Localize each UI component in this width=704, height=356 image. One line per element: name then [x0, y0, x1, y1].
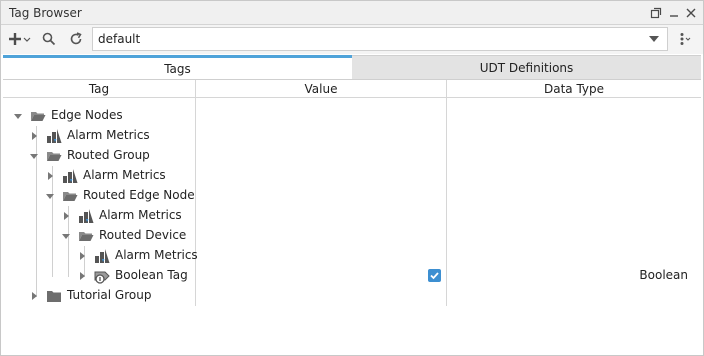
alarm-metrics-icon: [95, 249, 110, 263]
tree-label: Tutorial Group: [67, 288, 152, 302]
tree-row[interactable]: Edge Nodes: [3, 106, 701, 126]
folder-icon: [47, 291, 61, 302]
tree-row[interactable]: Tutorial Group: [3, 286, 701, 306]
tree-row[interactable]: Boolean Tag Boolean: [3, 266, 701, 286]
column-header-data-type[interactable]: Data Type: [447, 80, 701, 98]
alarm-metrics-icon: [47, 129, 62, 143]
tab-udt-definitions[interactable]: UDT Definitions: [352, 55, 701, 79]
expand-arrow-icon[interactable]: [45, 171, 55, 181]
more-options-icon[interactable]: [677, 30, 693, 48]
open-folder-icon: [31, 112, 46, 121]
collapse-arrow-icon[interactable]: [29, 151, 39, 161]
toolbar: default: [1, 25, 703, 54]
tree-label: Alarm Metrics: [115, 248, 198, 262]
open-folder-icon: [63, 192, 78, 201]
tree-row[interactable]: Routed Group: [3, 146, 701, 166]
tree-label: Alarm Metrics: [99, 208, 182, 222]
tree-row[interactable]: Alarm Metrics: [3, 166, 701, 186]
close-icon[interactable]: [683, 5, 699, 21]
expand-arrow-icon[interactable]: [61, 211, 71, 221]
tree-row[interactable]: Alarm Metrics: [3, 126, 701, 146]
tree-row[interactable]: Routed Edge Node: [3, 186, 701, 206]
add-tag-button[interactable]: [9, 30, 31, 48]
expand-arrow-icon[interactable]: [29, 291, 39, 301]
tree-row[interactable]: Alarm Metrics: [3, 246, 701, 266]
column-header-value[interactable]: Value: [196, 80, 446, 98]
title-bar: Tag Browser: [1, 1, 703, 25]
search-icon[interactable]: [41, 30, 57, 48]
collapse-arrow-icon[interactable]: [45, 191, 55, 201]
data-type-cell: Boolean: [639, 268, 688, 282]
expand-arrow-icon[interactable]: [29, 131, 39, 141]
tree-label: Routed Edge Node: [83, 188, 195, 202]
expand-arrow-icon[interactable]: [77, 271, 87, 281]
tag-browser-window: Tag Browser default Tags UDT Definitions…: [0, 0, 704, 356]
open-folder-icon: [79, 232, 94, 241]
tree-label: Edge Nodes: [51, 108, 123, 122]
alarm-metrics-icon: [79, 209, 94, 223]
tree-label: Routed Device: [99, 228, 187, 242]
chevron-down-icon: [649, 36, 659, 42]
tree-label: Alarm Metrics: [83, 168, 166, 182]
float-window-icon[interactable]: [648, 5, 664, 21]
boolean-value-checkbox[interactable]: [428, 269, 441, 282]
expand-arrow-icon[interactable]: [77, 251, 87, 261]
tree-label: Boolean Tag: [115, 268, 188, 282]
tag-table: Tag Value Data Type Edge Nodes Alarm Met…: [3, 79, 701, 353]
tab-tags[interactable]: Tags: [3, 55, 352, 79]
collapse-arrow-icon[interactable]: [61, 231, 71, 241]
column-header-tag[interactable]: Tag: [3, 80, 195, 98]
collapse-arrow-icon[interactable]: [13, 111, 23, 121]
tag-provider-select[interactable]: default: [92, 27, 668, 51]
open-folder-icon: [47, 152, 62, 161]
alarm-metrics-icon: [63, 169, 78, 183]
tab-bar: Tags UDT Definitions: [3, 55, 701, 79]
minimize-icon[interactable]: [666, 5, 682, 21]
tree-row[interactable]: Routed Device: [3, 226, 701, 246]
tree-label: Routed Group: [67, 148, 150, 162]
tag-icon: [94, 271, 110, 284]
table-header: Tag Value Data Type: [3, 80, 701, 98]
tree-row[interactable]: Alarm Metrics: [3, 206, 701, 226]
refresh-icon[interactable]: [68, 30, 84, 48]
tree-label: Alarm Metrics: [67, 128, 150, 142]
tag-provider-value: default: [98, 32, 141, 46]
window-title: Tag Browser: [9, 6, 82, 20]
